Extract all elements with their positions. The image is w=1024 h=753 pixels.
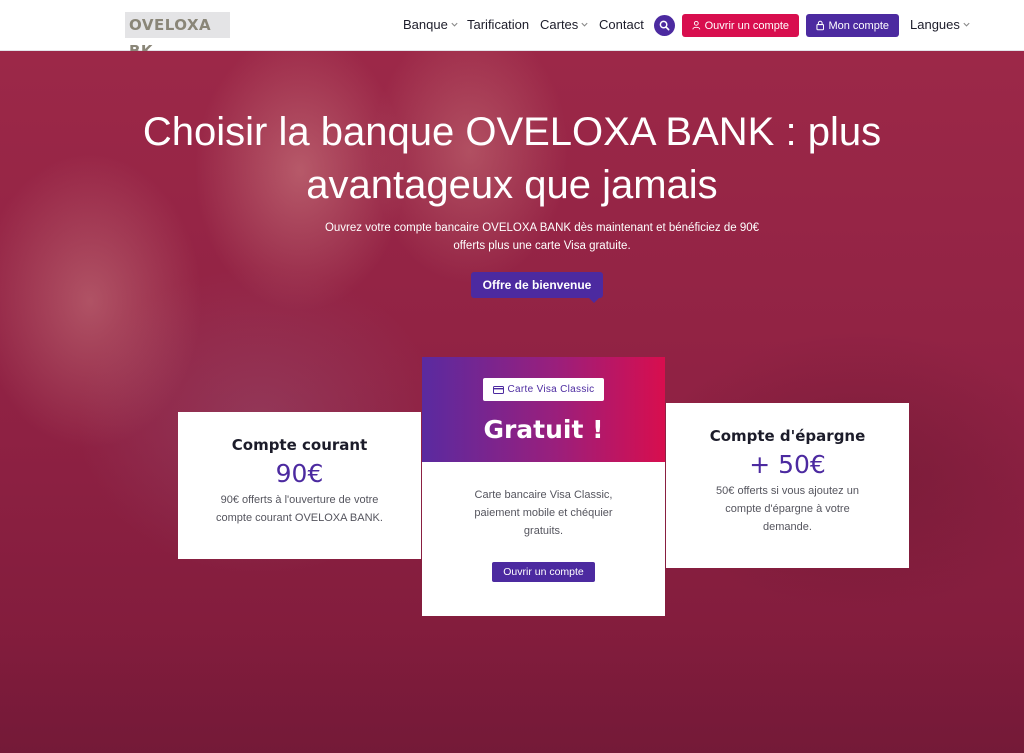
card-description-line: Carte bancaire Visa Classic, xyxy=(474,489,613,501)
languages-menu[interactable]: Langues xyxy=(910,17,971,32)
card-description-line: demande. xyxy=(763,521,812,533)
card-description-line: paiement mobile et chéquier xyxy=(474,507,613,519)
my-account-button[interactable]: Mon compte xyxy=(806,14,899,37)
nav-item-label: Contact xyxy=(599,17,644,32)
card-price: Gratuit ! xyxy=(483,415,604,444)
card-description-line: compte d'épargne à votre xyxy=(725,503,850,515)
hero-subtitle: Ouvrez votre compte bancaire OVELOXA BAN… xyxy=(312,219,772,255)
welcome-offer-button[interactable]: Offre de bienvenue xyxy=(471,272,603,303)
credit-card-icon xyxy=(492,385,504,394)
visa-card-offer: Carte Visa Classic Gratuit ! Carte banca… xyxy=(422,357,665,616)
hero-section: Choisir la banque OVELOXA BANK : plus av… xyxy=(0,51,1024,753)
hero-title-line: Choisir la banque OVELOXA BANK : plus xyxy=(142,110,882,154)
search-icon xyxy=(659,20,670,31)
card-description-line: compte courant OVELOXA BANK. xyxy=(216,512,383,524)
open-account-card-button[interactable]: Ouvrir un compte xyxy=(492,562,595,582)
chevron-down-icon xyxy=(963,22,970,27)
card-description-line: 90€ offerts à l'ouverture de votre xyxy=(220,494,379,506)
user-icon xyxy=(692,20,701,30)
nav-item-cartes[interactable]: Cartes xyxy=(540,17,589,32)
hero-subtitle-line: offerts plus une carte Visa gratuite. xyxy=(453,240,631,252)
card-description-line: 50€ offerts si vous ajoutez un xyxy=(716,485,859,497)
lock-icon xyxy=(816,20,825,31)
chevron-down-icon xyxy=(581,22,588,27)
nav-item-contact[interactable]: Contact xyxy=(599,17,644,32)
card-type-badge-label: Carte Visa Classic xyxy=(507,384,595,395)
card-description: 90€ offerts à l'ouverture de votre compt… xyxy=(198,491,401,527)
checking-account-card: Compte courant 90€ 90€ offerts à l'ouver… xyxy=(178,412,421,559)
nav-item-label: Tarification xyxy=(467,17,530,32)
card-title: Compte d'épargne xyxy=(709,427,866,445)
nav-item-label: Cartes xyxy=(540,17,579,32)
card-title: Compte courant xyxy=(231,436,368,454)
savings-account-card: Compte d'épargne + 50€ 50€ offerts si vo… xyxy=(666,403,909,568)
brand-logo[interactable]: OVELOXA BK xyxy=(125,12,230,60)
top-navbar: OVELOXA BK Banque Tarification Cartes Co… xyxy=(0,0,1024,60)
card-price: 90€ xyxy=(275,459,324,488)
card-type-badge: Carte Visa Classic xyxy=(483,378,604,401)
hero-title-line: avantageux que jamais xyxy=(306,163,718,207)
chevron-down-icon xyxy=(451,22,458,27)
hero-background-image xyxy=(0,638,1024,753)
card-description: 50€ offerts si vous ajoutez un compte d'… xyxy=(696,482,879,536)
search-button[interactable] xyxy=(654,15,675,36)
card-price: + 50€ xyxy=(749,450,826,479)
card-header: Carte Visa Classic Gratuit ! xyxy=(422,357,665,462)
nav-item-banque[interactable]: Banque xyxy=(403,17,459,32)
card-description-line: gratuits. xyxy=(523,525,564,537)
card-description: Carte bancaire Visa Classic, paiement mo… xyxy=(460,486,627,540)
open-account-button[interactable]: Ouvrir un compte xyxy=(682,14,799,37)
nav-item-tarification[interactable]: Tarification xyxy=(467,17,529,32)
languages-label: Langues xyxy=(910,17,960,32)
my-account-label: Mon compte xyxy=(828,19,889,32)
hero-title: Choisir la banque OVELOXA BANK : plus av… xyxy=(0,106,1024,212)
hero-subtitle-line: Ouvrez votre compte bancaire OVELOXA BAN… xyxy=(324,222,760,234)
open-account-label: Ouvrir un compte xyxy=(704,19,789,32)
nav-item-label: Banque xyxy=(403,17,448,32)
